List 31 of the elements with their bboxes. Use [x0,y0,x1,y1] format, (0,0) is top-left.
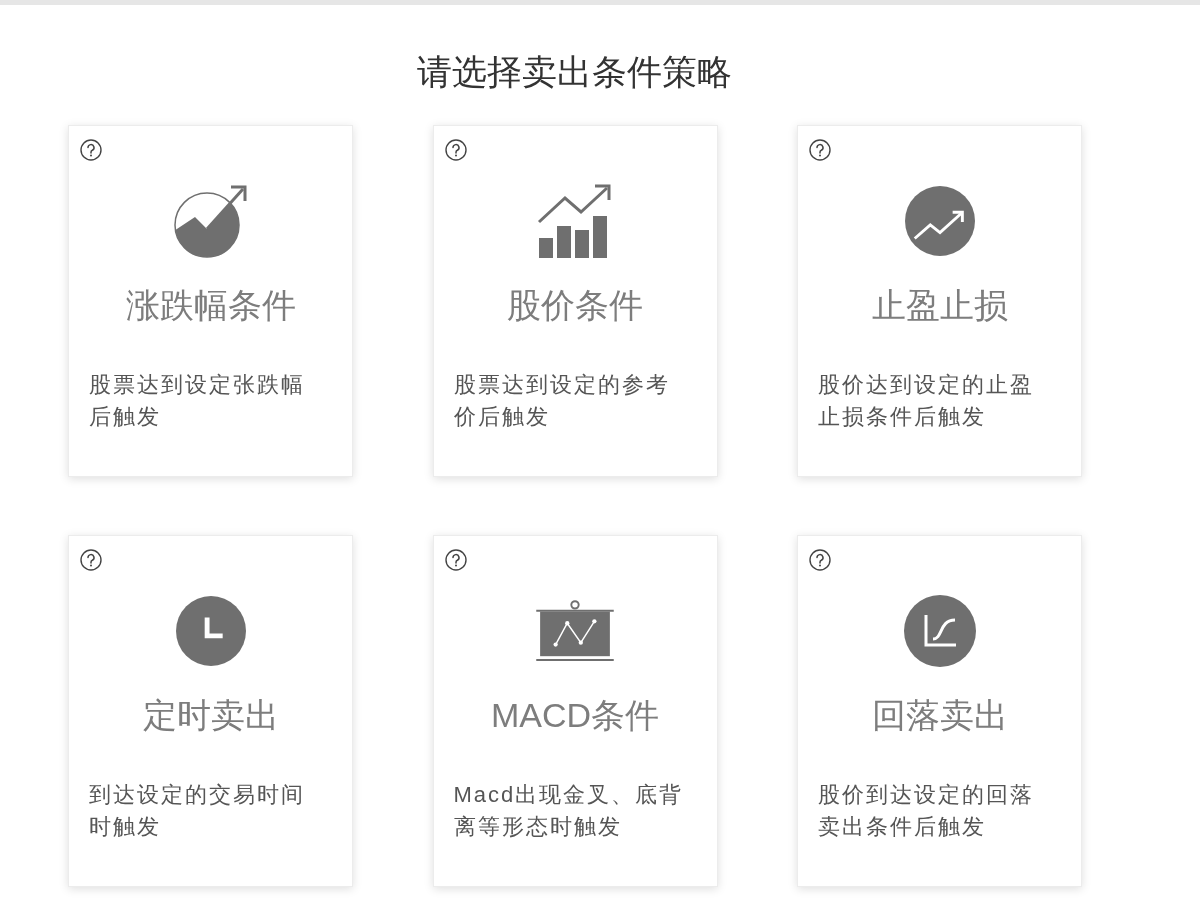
help-icon[interactable] [444,139,467,161]
help-icon[interactable] [444,549,467,571]
card-description: 股价达到设定的止盈止损条件后触发 [818,371,1035,431]
clock-icon [175,596,246,666]
card-description: 到达设定的交易时间时触发 [89,781,306,841]
card-description: Macd出现金叉、底背离等形态时触发 [453,781,685,841]
strategy-card[interactable]: 股价条件 股票达到设定的参考价后触发 [432,125,718,477]
rising-arrow-circle-icon [172,183,249,259]
card-title: 涨跌幅条件 [125,285,296,325]
strategy-card[interactable]: 止盈止损 股价达到设定的止盈止损条件后触发 [797,125,1082,477]
card-title: 定时卖出 [142,695,279,735]
card-description: 股票达到设定的参考价后触发 [453,371,671,431]
strategy-card[interactable]: 定时卖出 到达设定的交易时间时触发 [68,535,353,887]
card-description: 股价到达设定的回落卖出条件后触发 [818,781,1035,841]
bar-chart-arrow-icon [537,184,613,258]
strategy-card[interactable]: 涨跌幅条件 股票达到设定张跌幅后触发 [68,125,353,477]
chart-board-icon [536,600,614,662]
strategy-card[interactable]: MACD条件 Macd出现金叉、底背离等形态时触发 [432,535,718,887]
trend-circle-icon [904,186,975,256]
help-icon[interactable] [809,549,831,571]
page-heading: 请选择卖出条件策略 [416,51,733,93]
card-title: 回落卖出 [871,695,1008,735]
card-title: MACD条件 [490,695,660,735]
card-title: 止盈止损 [871,285,1008,325]
card-title: 股价条件 [507,285,643,325]
card-description: 股票达到设定张跌幅后触发 [89,371,306,431]
help-icon[interactable] [809,139,831,161]
help-icon[interactable] [80,139,102,161]
strategy-card[interactable]: 回落卖出 股价到达设定的回落卖出条件后触发 [797,535,1082,887]
help-icon[interactable] [80,549,102,571]
curve-chart-circle-icon [903,595,976,667]
